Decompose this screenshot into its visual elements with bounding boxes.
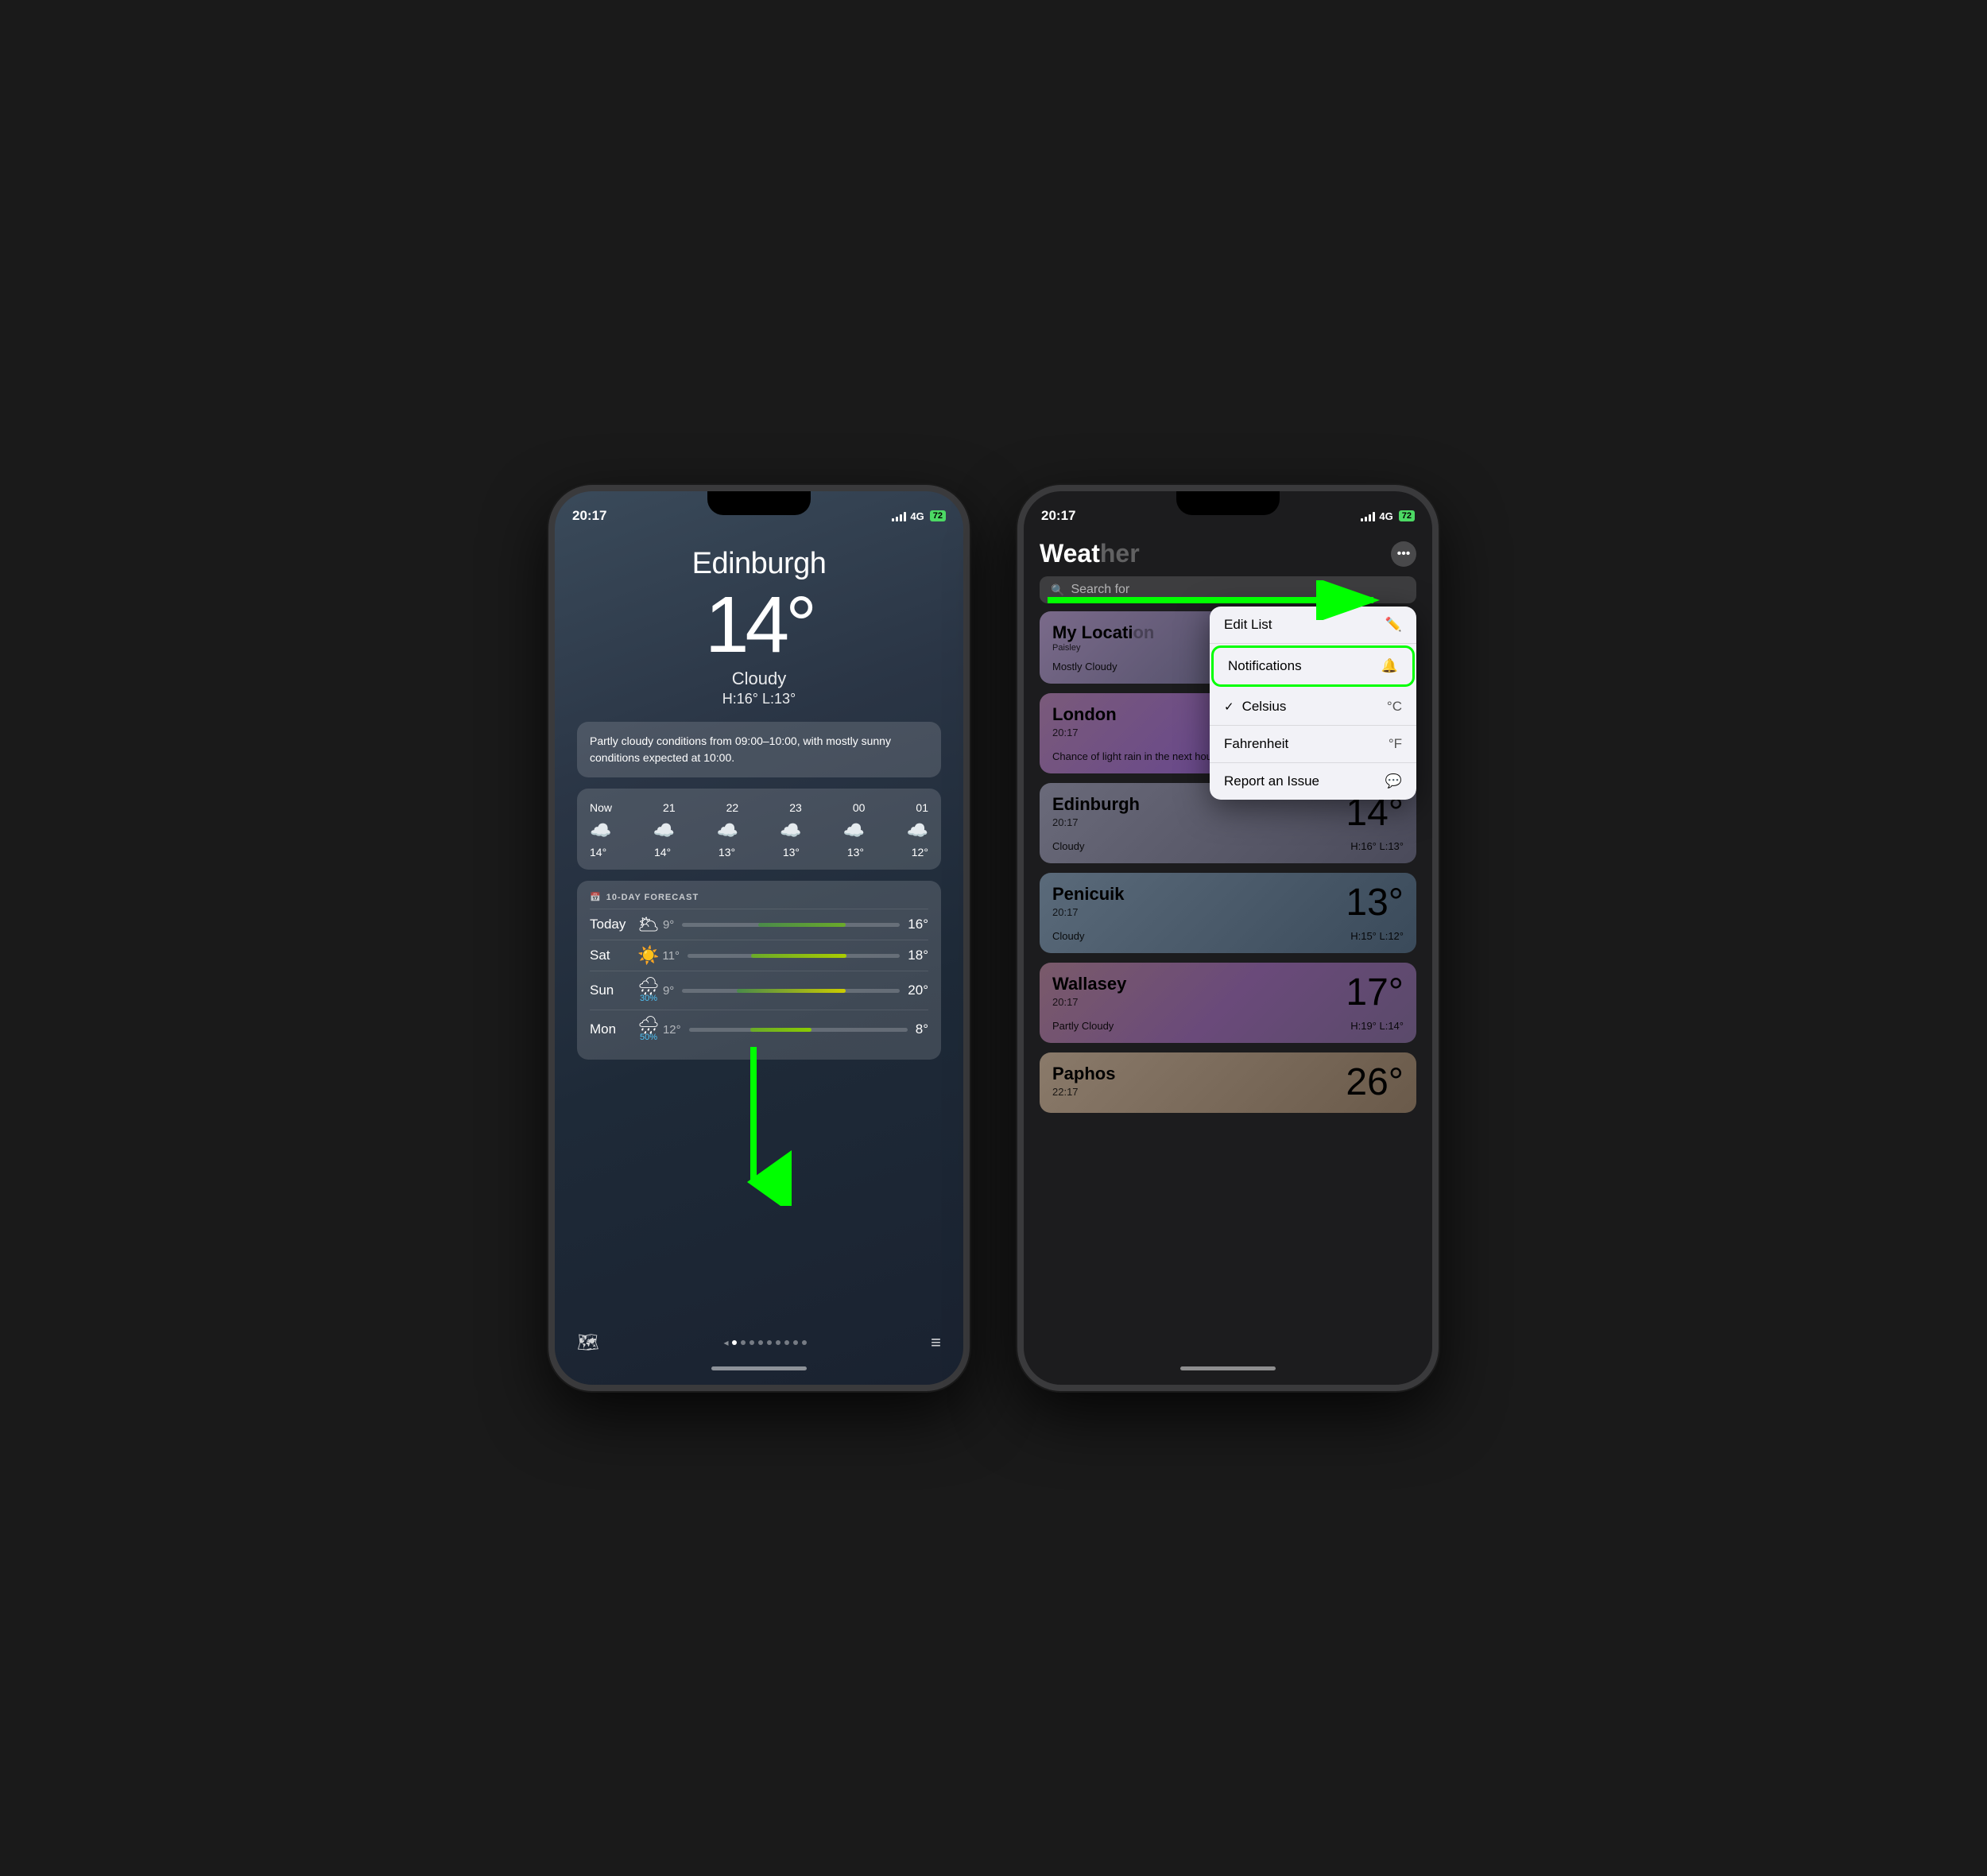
dropdown-report-issue[interactable]: Report an Issue 💬 xyxy=(1210,763,1416,800)
temp-bar-container xyxy=(682,923,900,927)
page-dot xyxy=(793,1340,798,1345)
cloud-icon: ☁️ xyxy=(780,820,801,841)
green-arrow-down-annotation xyxy=(730,1047,825,1210)
location-icon: ◂ xyxy=(724,1337,729,1348)
page-dot-active xyxy=(732,1340,737,1345)
left-weather-content: Edinburgh 14° Cloudy H:16° L:13° Partly … xyxy=(555,547,963,1060)
cloud-icon: ☁️ xyxy=(843,820,865,841)
forecast-section: 📅 10-DAY FORECAST Today 🌥 9° 16° Sat ☀️ … xyxy=(577,881,941,1060)
celsius-icon: °C xyxy=(1387,699,1402,715)
left-phone: 20:17 4G 72 Edinburgh 14° Cloudy H:16° L… xyxy=(548,485,970,1391)
hourly-icons: ☁️ ☁️ ☁️ ☁️ ☁️ ☁️ xyxy=(590,816,928,846)
status-icons-left: 4G 72 xyxy=(892,510,946,522)
notch xyxy=(707,491,811,515)
time-right: 20:17 xyxy=(1041,508,1075,524)
battery-right: 72 xyxy=(1399,510,1415,521)
hourly-temps: 14° 14° 13° 13° 13° 12° xyxy=(590,846,928,859)
fahrenheit-icon: °F xyxy=(1389,736,1402,752)
temp-bar-container xyxy=(689,1028,908,1032)
edit-icon: ✏️ xyxy=(1385,617,1402,633)
temp-bar-container xyxy=(682,989,900,993)
page-dot xyxy=(776,1340,780,1345)
hourly-labels: Now 21 22 23 00 01 xyxy=(590,800,928,816)
network-left: 4G xyxy=(910,510,924,522)
check-icon: ✓ xyxy=(1224,700,1234,714)
signal-icon-right xyxy=(1361,511,1375,521)
location-indicator: ◂ xyxy=(724,1337,807,1348)
condition: Cloudy xyxy=(577,669,941,689)
notch-right xyxy=(1176,491,1280,515)
network-right: 4G xyxy=(1379,510,1392,522)
temp-bar-container xyxy=(688,954,900,958)
forecast-row: Sun 🌧 30% 9° 20° xyxy=(590,971,928,1010)
dropdown-menu: Edit List ✏️ Notifications 🔔 ✓ Celsius °… xyxy=(1210,607,1416,800)
home-indicator xyxy=(711,1366,807,1370)
signal-icon xyxy=(892,511,906,521)
more-button[interactable]: ••• xyxy=(1391,541,1416,567)
report-icon: 💬 xyxy=(1385,773,1402,789)
forecast-label: 📅 10-DAY FORECAST xyxy=(590,892,928,902)
time-left: 20:17 xyxy=(572,508,606,524)
page-dot xyxy=(802,1340,807,1345)
forecast-row: Mon 🌧 50% 12° 8° xyxy=(590,1010,928,1048)
page-dot xyxy=(784,1340,789,1345)
location-card-wallasey[interactable]: Wallasey 20:17 17° Partly Cloudy H:19° L… xyxy=(1040,963,1416,1043)
hourly-section: Now 21 22 23 00 01 ☁️ ☁️ ☁️ ☁️ ☁️ ☁️ 14°… xyxy=(577,789,941,870)
temp-bar xyxy=(750,1028,811,1032)
dropdown-notifications[interactable]: Notifications 🔔 xyxy=(1211,645,1415,687)
city-name: Edinburgh xyxy=(577,547,941,581)
cloud-icon: ☁️ xyxy=(716,820,738,841)
cloud-icon: ☁️ xyxy=(590,820,611,841)
dropdown-fahrenheit[interactable]: Fahrenheit °F xyxy=(1210,726,1416,763)
phone-toolbar-left: 🗺 ◂ ≡ xyxy=(555,1332,963,1353)
dropdown-edit-list[interactable]: Edit List ✏️ xyxy=(1210,607,1416,644)
map-icon[interactable]: 🗺 xyxy=(577,1332,599,1353)
home-indicator-right xyxy=(1180,1366,1276,1370)
hi-lo: H:16° L:13° xyxy=(577,691,941,707)
page-dot xyxy=(767,1340,772,1345)
list-icon[interactable]: ≡ xyxy=(931,1332,941,1353)
location-card-paphos[interactable]: Paphos 22:17 26° xyxy=(1040,1052,1416,1113)
page-dot xyxy=(749,1340,754,1345)
forecast-row: Sat ☀️ 11° 18° xyxy=(590,940,928,971)
right-phone: 20:17 4G 72 Weather ••• 🔍 xyxy=(1017,485,1439,1391)
right-header: Weather ••• xyxy=(1024,531,1432,568)
cloud-icon: ☁️ xyxy=(907,820,928,841)
weather-description: Partly cloudy conditions from 09:00–10:0… xyxy=(577,722,941,777)
dropdown-celsius[interactable]: ✓ Celsius °C xyxy=(1210,688,1416,726)
forecast-row: Today 🌥 9° 16° xyxy=(590,909,928,940)
temp-bar xyxy=(737,989,846,993)
search-placeholder: Search for xyxy=(1071,583,1129,597)
temp-bar xyxy=(751,954,846,958)
search-icon: 🔍 xyxy=(1051,583,1064,597)
status-icons-right: 4G 72 xyxy=(1361,510,1415,522)
weather-title: Weather xyxy=(1040,539,1140,568)
page-dots xyxy=(732,1340,807,1345)
main-temperature: 14° xyxy=(577,585,941,665)
search-bar[interactable]: 🔍 Search for xyxy=(1040,576,1416,603)
location-card-penicuik[interactable]: Penicuik 20:17 13° Cloudy H:15° L:12° xyxy=(1040,873,1416,953)
page-dot xyxy=(741,1340,746,1345)
temp-bar xyxy=(758,923,846,927)
bell-icon: 🔔 xyxy=(1381,658,1398,674)
battery-left: 72 xyxy=(930,510,946,521)
page-dot xyxy=(758,1340,763,1345)
cloud-icon: ☁️ xyxy=(653,820,675,841)
